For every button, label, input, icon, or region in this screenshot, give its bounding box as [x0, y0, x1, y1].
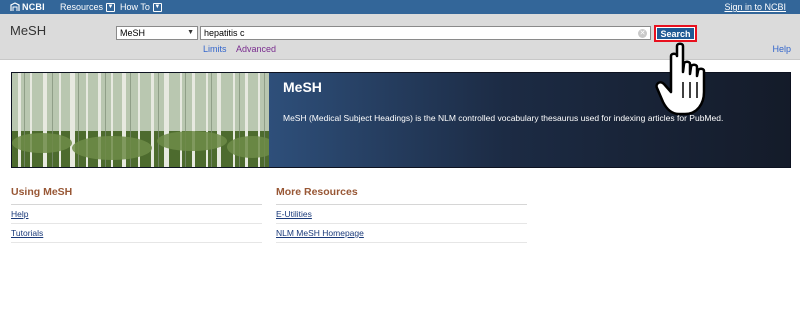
chevron-down-icon: ▼ [106, 2, 116, 12]
resources-menu-label: Resources [60, 2, 104, 12]
database-select-value: MeSH [120, 28, 146, 38]
advanced-link[interactable]: Advanced [236, 44, 276, 54]
chevron-down-icon: ▼ [187, 29, 194, 36]
help-link[interactable]: Help [11, 205, 262, 224]
ncbi-logo-icon [10, 2, 20, 11]
clear-icon[interactable]: ✕ [638, 29, 647, 38]
ncbi-logo-text: NCBI [22, 2, 45, 12]
hero-heading: MeSH [283, 79, 322, 95]
search-query: hepatitis c [204, 28, 245, 38]
top-nav-bar: NCBI Resources ▼ How To ▼ Sign in to NCB… [0, 0, 800, 14]
nlm-mesh-homepage-link[interactable]: NLM MeSH Homepage [276, 224, 527, 243]
database-select[interactable]: MeSH ▼ [116, 26, 198, 40]
hand-pointer-icon [655, 42, 706, 116]
section-title: More Resources [276, 186, 527, 205]
how-to-menu-label: How To [120, 2, 150, 12]
how-to-menu[interactable]: How To ▼ [120, 2, 162, 12]
help-link[interactable]: Help [772, 44, 791, 54]
more-resources-section: More Resources E-Utilities NLM MeSH Home… [276, 186, 527, 243]
using-mesh-section: Using MeSH Help Tutorials [11, 186, 262, 243]
app-title: MeSH [10, 23, 47, 38]
search-button[interactable]: Search [656, 27, 695, 40]
section-title: Using MeSH [11, 186, 262, 205]
resources-menu[interactable]: Resources ▼ [60, 2, 116, 12]
chevron-down-icon: ▼ [152, 2, 162, 12]
search-button-highlight: Search [654, 25, 697, 42]
tutorials-link[interactable]: Tutorials [11, 224, 262, 243]
search-input[interactable]: hepatitis c ✕ [200, 26, 651, 40]
forest-image [12, 73, 269, 167]
e-utilities-link[interactable]: E-Utilities [276, 205, 527, 224]
limits-link[interactable]: Limits [203, 44, 227, 54]
sign-in-link[interactable]: Sign in to NCBI [724, 2, 786, 12]
ncbi-logo[interactable]: NCBI [10, 2, 45, 12]
